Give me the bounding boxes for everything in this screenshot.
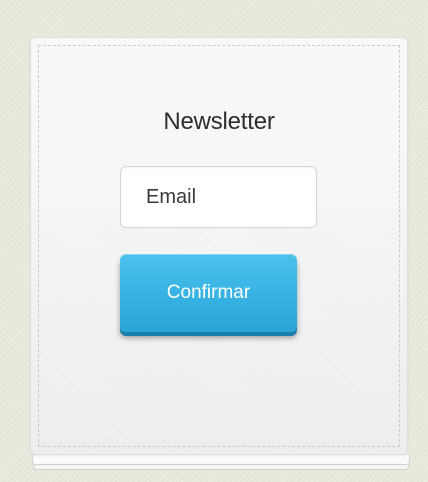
newsletter-title: Newsletter [163, 108, 275, 135]
email-field[interactable] [120, 166, 317, 228]
panel-stack-edge [32, 455, 410, 465]
newsletter-panel: Newsletter Confirmar [31, 38, 407, 454]
confirm-button[interactable]: Confirmar [120, 254, 297, 332]
panel-dashed-border: Newsletter Confirmar [38, 45, 400, 447]
